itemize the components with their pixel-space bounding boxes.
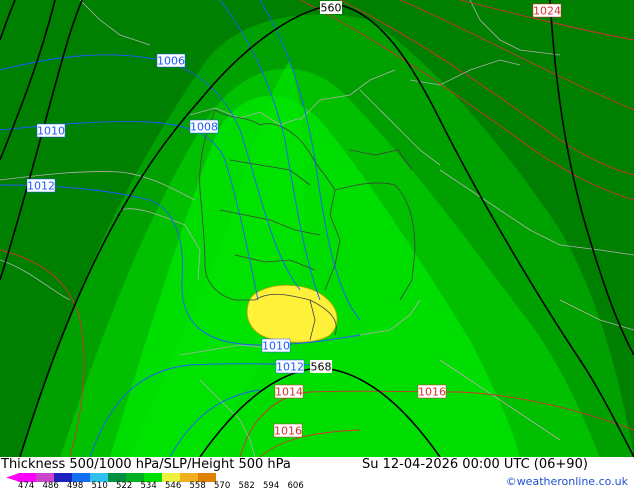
svg-text:1014: 1014: [275, 386, 303, 399]
svg-text:560: 560: [321, 2, 342, 15]
label-height-560: 560: [320, 1, 342, 15]
svg-text:1010: 1010: [262, 340, 290, 353]
map-title: Thickness 500/1000 hPa/SLP/Height 500 hP…: [1, 457, 291, 472]
svg-text:1010: 1010: [37, 125, 65, 138]
label-slp-1006: 1006: [156, 53, 186, 68]
svg-text:1024: 1024: [533, 5, 561, 18]
weather-map: 1006 1008 1010 1012 1010 1012 1014 1016: [0, 0, 634, 457]
svg-text:1006: 1006: [157, 55, 185, 68]
label-height-568: 568: [310, 360, 332, 374]
credit-link[interactable]: ©weatheronline.co.uk: [506, 475, 628, 488]
label-slp-1012-south: 1012: [275, 359, 305, 374]
label-slp-1016-east: 1016: [417, 384, 447, 399]
label-slp-1024: 1024: [532, 3, 562, 18]
label-slp-1008: 1008: [189, 119, 219, 134]
map-datetime: Su 12-04-2026 00:00 UTC (06+90): [362, 457, 588, 472]
label-slp-1010-west: 1010: [36, 123, 66, 138]
map-canvas: 1006 1008 1010 1012 1010 1012 1014 1016: [0, 0, 634, 457]
label-slp-1012-west: 1012: [26, 178, 56, 193]
label-slp-1016-south: 1016: [273, 423, 303, 438]
label-slp-1010-south: 1010: [261, 338, 291, 353]
label-slp-1014: 1014: [274, 384, 304, 399]
svg-text:1016: 1016: [274, 425, 302, 438]
svg-text:568: 568: [311, 361, 332, 374]
svg-text:1012: 1012: [276, 361, 304, 374]
svg-text:1016: 1016: [418, 386, 446, 399]
svg-text:1012: 1012: [27, 180, 55, 193]
svg-text:1008: 1008: [190, 121, 218, 134]
map-footer: Thickness 500/1000 hPa/SLP/Height 500 hP…: [0, 457, 634, 491]
